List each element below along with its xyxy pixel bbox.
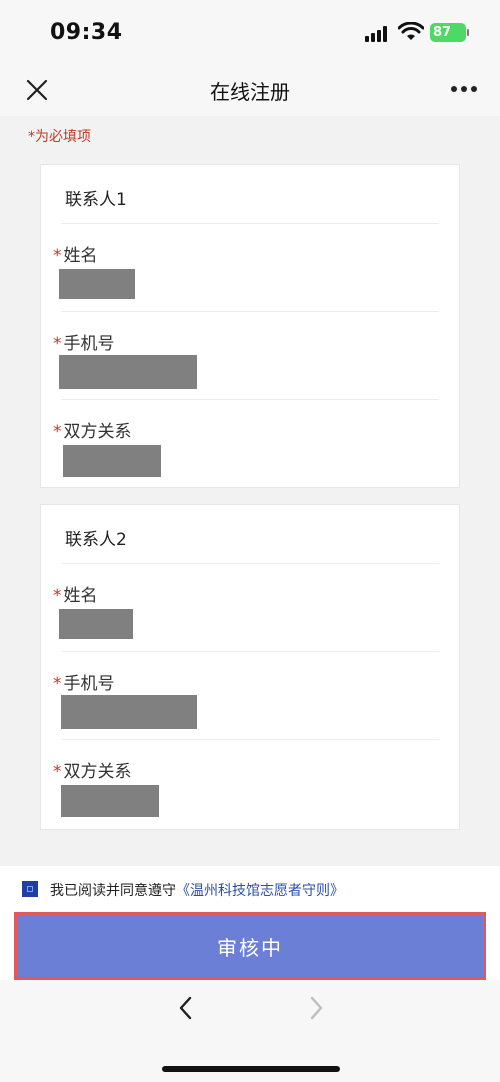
agreement-text: 我已阅读并同意遵守《温州科技馆志愿者守则》 <box>50 880 344 900</box>
submit-button[interactable]: 审核中 <box>14 912 486 980</box>
status-bar: 09:34 87 <box>0 0 500 64</box>
field-label-relation: * 双方关系 <box>53 417 132 442</box>
field-label-text: 双方关系 <box>63 422 132 442</box>
required-star: * <box>53 334 62 354</box>
wifi-icon <box>398 22 424 40</box>
nav-bar: 在线注册 <box>0 64 500 116</box>
required-star: * <box>53 674 62 694</box>
field-label-relation: * 双方关系 <box>53 757 132 782</box>
battery-icon: 87 <box>430 23 469 42</box>
field-label-text: 姓名 <box>63 586 98 606</box>
status-time: 09:34 <box>50 20 123 45</box>
field-label-text: 手机号 <box>63 334 115 354</box>
card-title: 联系人1 <box>65 190 127 210</box>
signal-icon <box>365 26 391 42</box>
name-input[interactable] <box>59 269 135 299</box>
card-title: 联系人2 <box>65 530 127 550</box>
form-content: *为必填项 联系人1 * 姓名 * 手机号 * 双方关系 联系人2 * 姓名 *… <box>0 116 500 866</box>
contact-card-2: 联系人2 * 姓名 * 手机号 * 双方关系 <box>40 504 460 830</box>
required-star: * <box>53 586 62 606</box>
page: 09:34 87 在线注册 *为必填项 联系人1 * 姓名 * 手机号 * 双方… <box>0 0 500 1082</box>
phone-input[interactable] <box>59 355 197 389</box>
field-label-phone: * 手机号 <box>53 329 115 354</box>
field-label-name: * 姓名 <box>53 581 98 606</box>
agreement-label: 我已阅读并同意遵守 <box>50 883 176 899</box>
field-label-phone: * 手机号 <box>53 669 115 694</box>
battery-level: 87 <box>433 25 452 40</box>
agreement-link[interactable]: 《温州科技馆志愿者守则》 <box>176 883 344 899</box>
back-arrow-icon[interactable] <box>175 995 197 1021</box>
name-input[interactable] <box>59 609 133 639</box>
more-icon[interactable] <box>450 84 478 94</box>
phone-input[interactable] <box>61 695 197 729</box>
contact-card-1: 联系人1 * 姓名 * 手机号 * 双方关系 <box>40 164 460 488</box>
relation-input[interactable] <box>61 785 159 817</box>
field-label-name: * 姓名 <box>53 241 98 266</box>
required-star: * <box>53 422 62 442</box>
home-indicator <box>162 1066 340 1072</box>
required-star: * <box>53 246 62 266</box>
browser-bar <box>0 980 500 1082</box>
field-label-text: 姓名 <box>63 246 98 266</box>
required-note: *为必填项 <box>28 129 91 145</box>
forward-arrow-icon[interactable] <box>305 995 327 1021</box>
relation-input[interactable] <box>63 445 161 477</box>
field-label-text: 手机号 <box>63 674 115 694</box>
agreement-row: 我已阅读并同意遵守《温州科技馆志愿者守则》 <box>0 866 500 912</box>
agreement-checkbox[interactable] <box>22 881 38 897</box>
required-star: * <box>53 762 62 782</box>
field-label-text: 双方关系 <box>63 762 132 782</box>
page-title: 在线注册 <box>210 80 290 104</box>
